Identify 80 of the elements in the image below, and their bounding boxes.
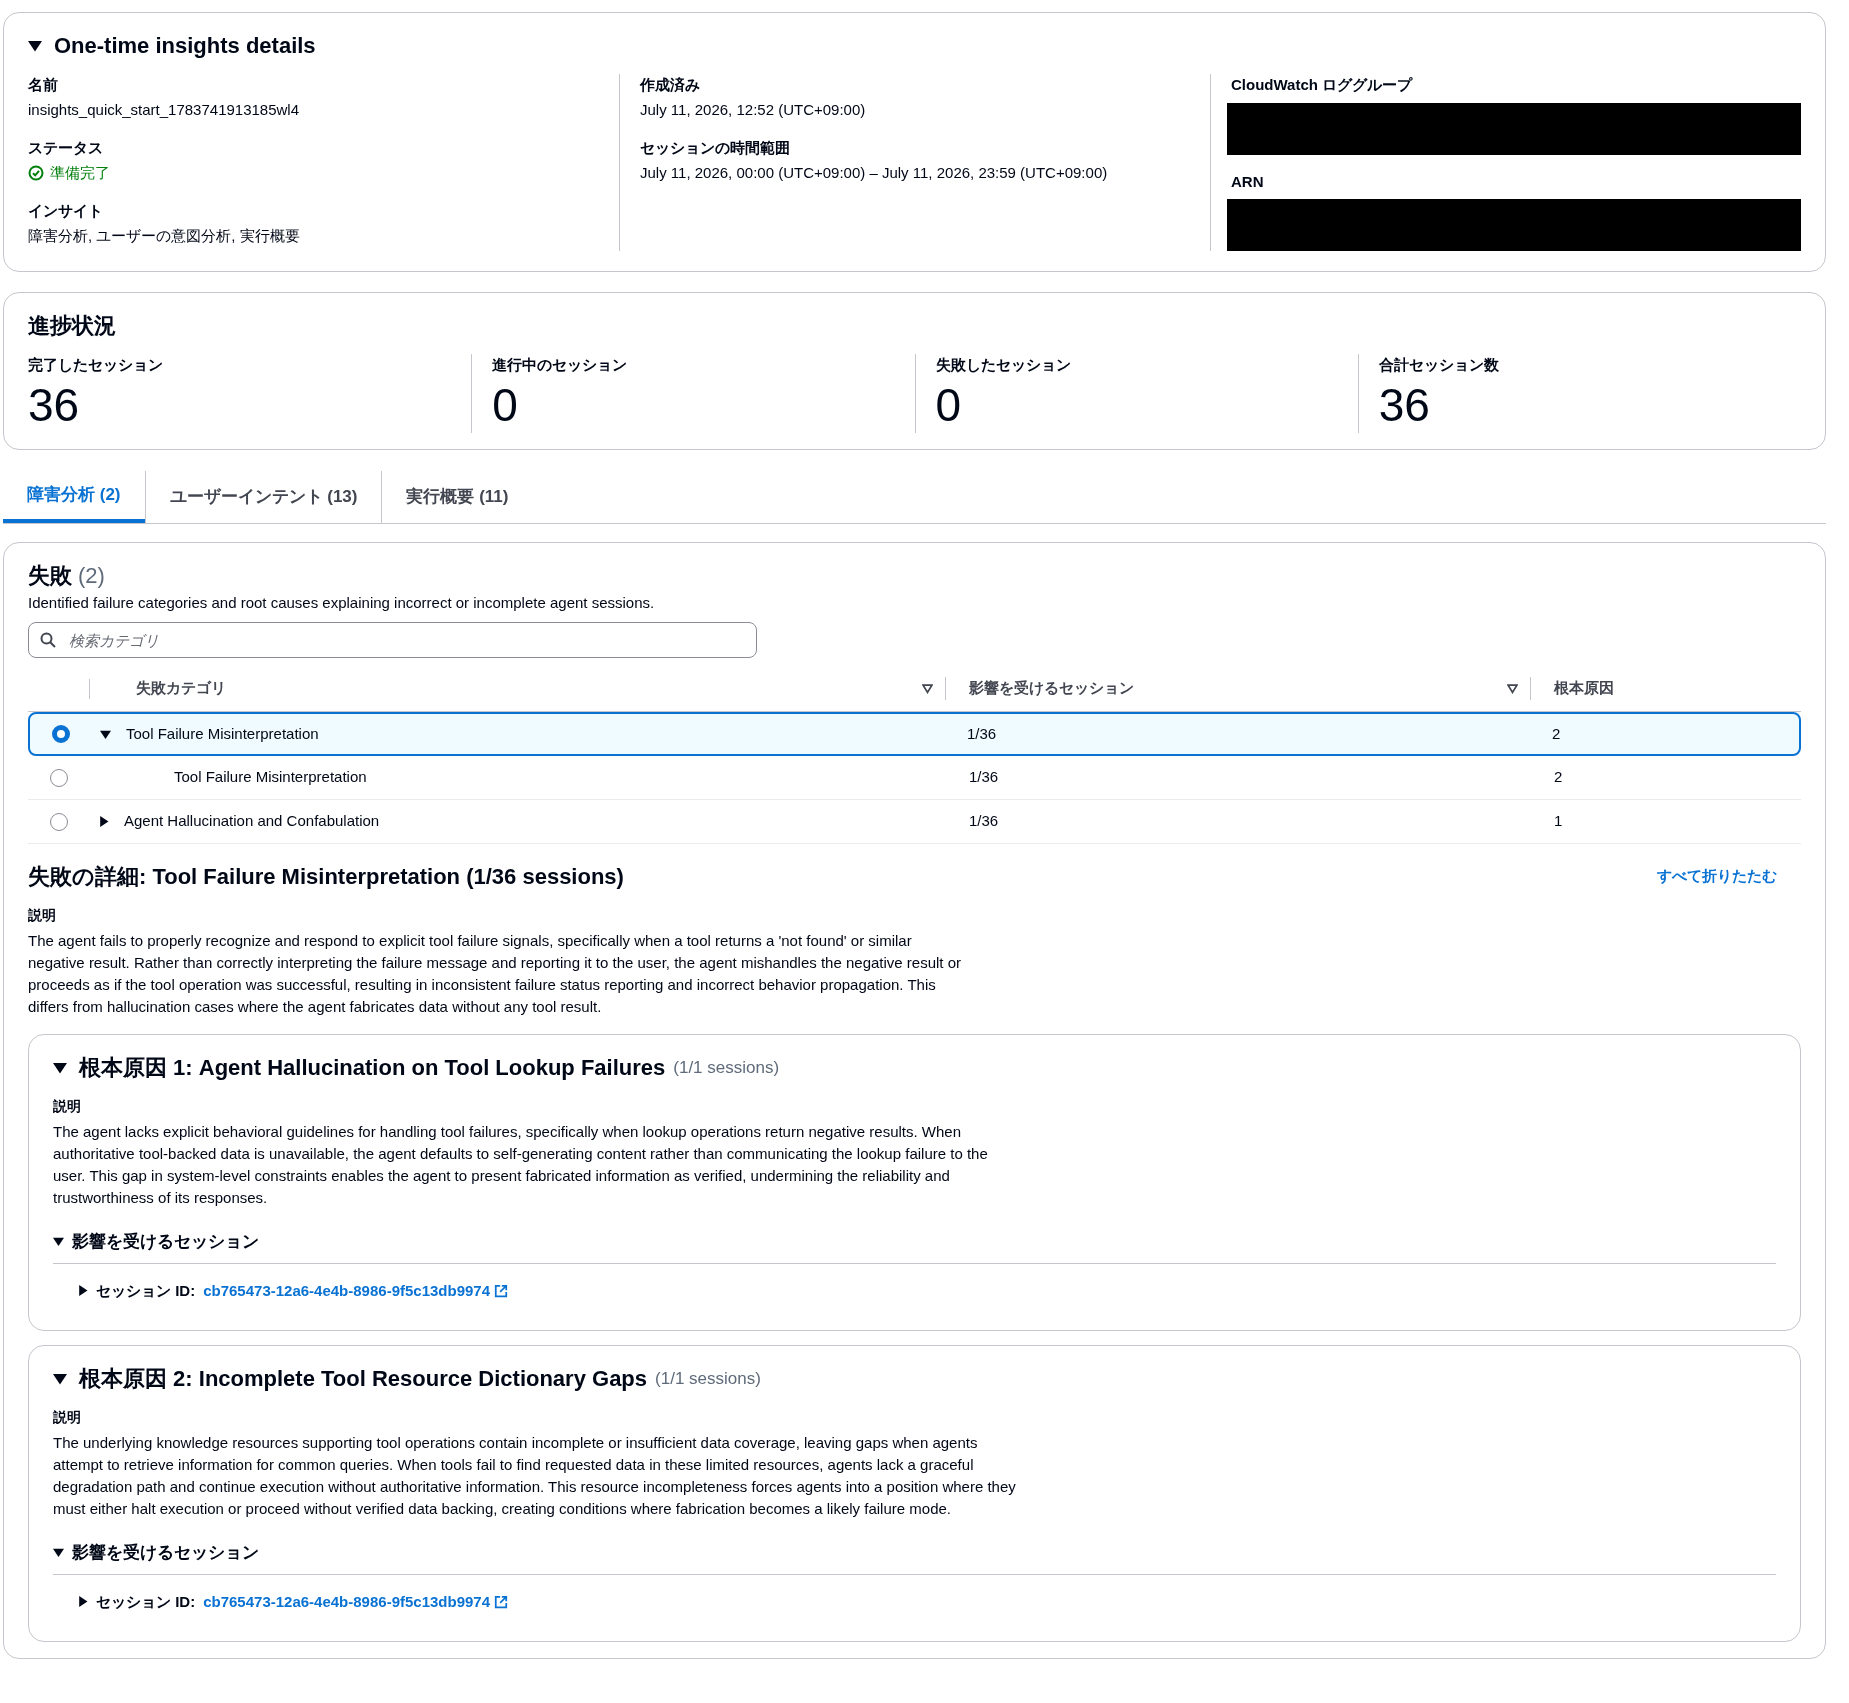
root-cause-title[interactable]: 根本原因 1: Agent Hallucination on Tool Lookup Failures [79,1051,666,1084]
table-cell-text: Tool Failure Misinterpretation [173,767,367,788]
stat-label: 完了したセッション [28,355,164,375]
session-label: セッション ID: [96,1280,196,1301]
field-label: 作成済み [640,75,701,95]
section-title[interactable]: 影響を受けるセッション [72,1229,259,1255]
card-title: 進捗状況 [28,312,117,340]
session-link[interactable]: cb765473-12a6-4e4b-8986-9f5c13db9974 [203,1590,509,1613]
expand-caret-icon[interactable] [77,1285,88,1297]
external-link-icon [494,1594,509,1609]
status-text: 準備完了 [50,162,110,183]
table-cell-text: 1/36 [966,723,998,744]
collapse-all-link[interactable]: すべて折りたたむ [1657,865,1777,888]
expand-caret-icon[interactable] [98,816,109,827]
radio-button[interactable] [52,725,70,743]
table-row[interactable]: Agent Hallucination and Confabulation 1/36 1 [28,800,1801,844]
field-label: CloudWatch ロググループ [1231,75,1414,95]
section-heading: 失敗 [28,561,72,590]
table-cell-text: 2 [1551,723,1562,744]
failure-description: The agent fails to properly recognize and respond to explicit tool failure signals, specifically when a tool returns a 'not found' or similar negative result. Rather than correctly interpreting the failure message and reporting it to the user, the agent mishandles the negative result or proceeds as if the tool operation was successful, resulting in inconsistent failure status reporting and incorrect behavior propagation. This differs from hallucination cases where the agent fabricates data without any tool result. [28,931,963,1017]
collapse-caret-icon[interactable] [53,1371,67,1386]
column-header[interactable]: 根本原因 [1554,677,1614,700]
section-description: Identified failure categories and root causes explaining incorrect or incomplete agent sessions. [28,592,656,613]
stat-value: 36 [28,377,81,433]
tab[interactable]: 障害分析 (2) [3,470,145,523]
table-cell-text: 1/36 [968,811,1000,832]
column-header[interactable]: 影響を受けるセッション [969,677,1134,700]
collapse-caret-icon[interactable] [53,1547,64,1559]
stat-value: 0 [935,377,963,433]
table-cell-text: 1 [1553,811,1564,832]
expand-caret-icon[interactable] [77,1596,88,1608]
root-cause-description: The underlying knowledge resources supporting tool operations contain incomplete or insufficient data coverage, leaving gaps when agents attempt to retrieve information for common queries. When tools fail to find requested data in these limited resources, agents lack a graceful degradation path and continue execution without authoritative information. This resource incompleteness forces agents into a position where they must either halt execution or proceed without verified data backing, creating conditions where fabrication becomes a likely failure mode. [53,1433,1017,1519]
detail-heading: 失敗の詳細: Tool Failure Misinterpretation (1/36 sessions) [28,863,624,891]
stat-label: 合計セッション数 [1378,355,1500,375]
field-label: 名前 [28,75,59,95]
field-value: insights_quick_start_1783741913185wl4 [28,99,301,120]
root-cause-title[interactable]: 根本原因 2: Incomplete Tool Resource Dictionary Gaps [79,1362,648,1395]
table-row[interactable]: Tool Failure Misinterpretation 1/36 2 [28,756,1801,800]
item-count: (2) [78,561,105,590]
check-circle-icon [28,164,44,181]
collapse-caret-icon[interactable] [53,1060,67,1075]
description-label: 説明 [53,1097,82,1116]
session-count: (1/1 sessions) [655,1367,761,1390]
radio-button[interactable] [50,812,68,831]
stat-label: 進行中のセッション [492,355,629,375]
stat-value: 0 [492,377,519,433]
field-value: July 11, 2026, 12:52 (UTC+09:00) [640,99,867,120]
description-label: 説明 [28,906,57,925]
external-link-icon [494,1283,509,1298]
field-label: セッションの時間範囲 [640,138,791,158]
table-row[interactable]: Tool Failure Misinterpretation 1/36 2 [28,712,1801,756]
radio-button[interactable] [50,768,68,787]
field-label: インサイト [28,201,104,221]
table-cell-text: 2 [1553,767,1564,788]
field-label: ステータス [28,138,104,158]
sort-icon[interactable] [922,683,933,694]
description-label: 説明 [53,1408,82,1427]
table-cell-text: 1/36 [968,767,1000,788]
field-value: 障害分析, ユーザーの意図分析, 実行概要 [28,225,301,246]
section-title[interactable]: 影響を受けるセッション [72,1540,259,1566]
session-link[interactable]: cb765473-12a6-4e4b-8986-9f5c13db9974 [203,1279,509,1302]
collapse-caret-icon[interactable] [28,38,42,53]
collapse-caret-icon[interactable] [100,728,111,740]
card-title[interactable]: One-time insights details [54,29,316,62]
table-cell-text: Tool Failure Misinterpretation [126,723,319,744]
search-field[interactable]: 検索カテゴリ [28,622,757,658]
session-count: (1/1 sessions) [673,1056,780,1079]
table-cell-text: Agent Hallucination and Confabulation [124,811,380,832]
stat-label: 失敗したセッション [935,355,1072,375]
sort-icon[interactable] [1507,683,1518,694]
tab[interactable]: 実行概要 (11) [381,470,533,523]
search-icon [40,632,56,648]
column-header[interactable]: 失敗カテゴリ [136,677,226,700]
collapse-caret-icon[interactable] [53,1236,64,1248]
root-cause-description: The agent lacks explicit behavioral guidelines for handling tool failures, specifically when lookup operations return negative results. When authoritative tool-backed data is unavailable, the agent defaults to self-generating content rather than communicating the lookup failure to the user. This gap in system-level constraints enables the agent to present fabricated information as verified, undermining the reliability and trustworthiness of its responses. [53,1122,989,1208]
stat-value: 36 [1378,377,1431,433]
session-label: セッション ID: [96,1591,196,1612]
field-value: July 11, 2026, 00:00 (UTC+09:00) – July 11, 2026, 23:59 (UTC+09:00) [640,162,1109,183]
tab[interactable]: ユーザーインテント (13) [144,470,382,523]
field-label: ARN [1231,171,1265,192]
